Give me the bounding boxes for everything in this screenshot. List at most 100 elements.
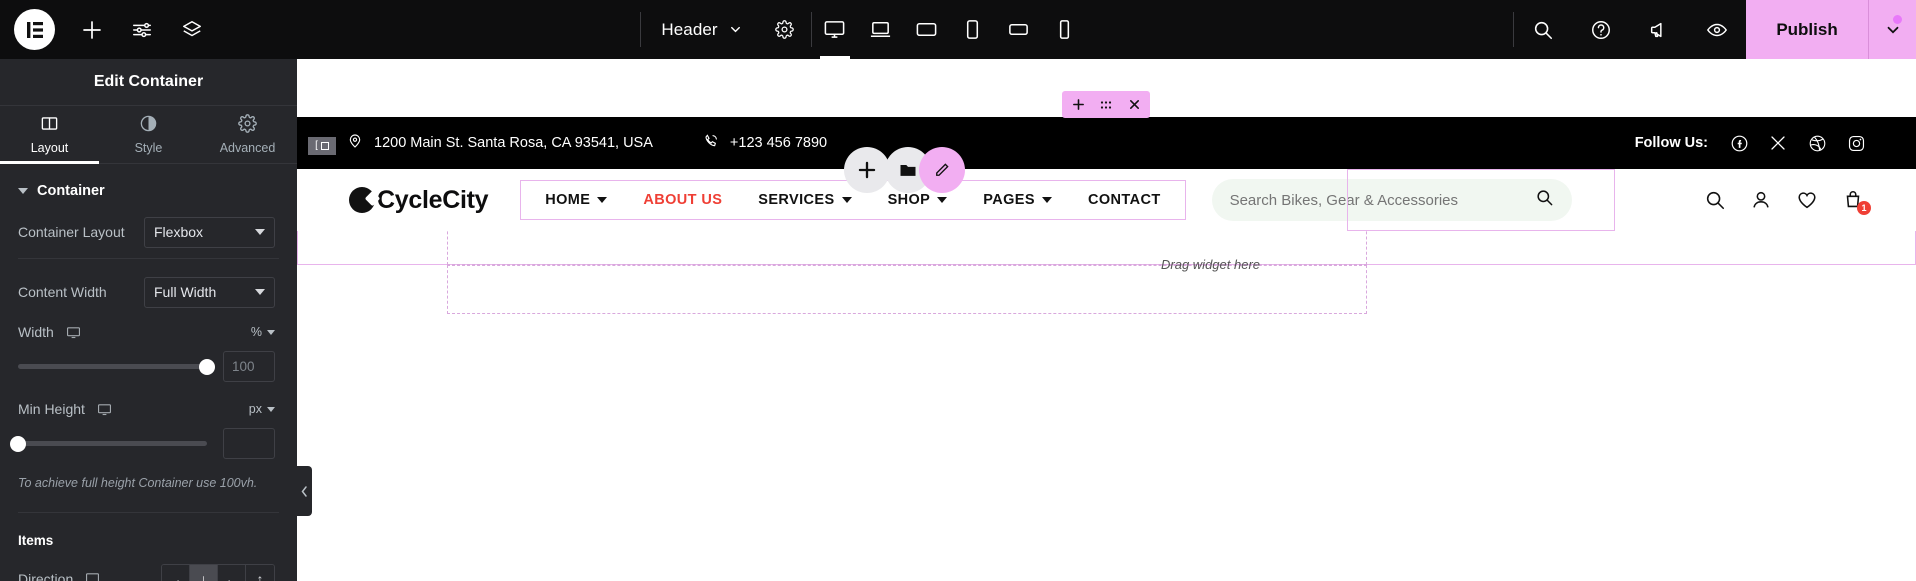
width-slider-knob[interactable]	[199, 358, 215, 375]
nav-item-pages-label: PAGES	[983, 192, 1035, 208]
min-height-slider-knob[interactable]	[10, 435, 26, 452]
min-height-slider[interactable]	[10, 435, 207, 452]
nav-item-about-us[interactable]: ABOUT US	[625, 188, 740, 212]
chevron-down-icon	[597, 197, 608, 203]
search-icon[interactable]	[1514, 0, 1572, 59]
add-widget-bubble[interactable]	[844, 147, 890, 193]
content-width-select[interactable]: Full Width	[144, 276, 275, 308]
nav-item-services[interactable]: SERVICES	[740, 188, 869, 212]
editor-panel-sidebar: Edit Container Layout Style Advanced Con…	[0, 59, 297, 581]
plus-icon[interactable]	[1066, 93, 1090, 117]
min-height-unit-picker[interactable]: px	[249, 402, 275, 416]
search-icon[interactable]	[1704, 189, 1726, 211]
nav-item-home[interactable]: HOME	[527, 188, 625, 212]
device-tablet-landscape-button[interactable]	[904, 0, 950, 59]
drag-dots-icon[interactable]	[1094, 93, 1118, 117]
width-slider[interactable]	[18, 358, 215, 375]
direction-column-reversed-button[interactable]: ↑	[246, 564, 274, 581]
follow-us-label: Follow Us:	[1634, 135, 1708, 151]
device-mobile-portrait-button[interactable]	[1042, 0, 1088, 59]
min-height-unit-value: px	[248, 402, 262, 416]
user-account-icon[interactable]	[1750, 189, 1772, 211]
device-tablet-portrait-button[interactable]	[950, 0, 996, 59]
site-nav-action-icons: 1	[1704, 189, 1871, 215]
section-container-header[interactable]: Container	[0, 164, 297, 213]
device-desktop-button[interactable]	[812, 0, 858, 59]
site-social-group: Follow Us:	[1635, 133, 1866, 153]
site-address: 1200 Main St. Santa Rosa, CA 93541, USA	[347, 133, 653, 153]
map-pin-icon	[347, 133, 363, 153]
dribbble-icon[interactable]	[1807, 133, 1827, 153]
desktop-icon[interactable]	[97, 402, 112, 417]
control-container-layout: Container Layout Flexbox	[0, 213, 297, 251]
nav-item-contact[interactable]: CONTACT	[1070, 188, 1179, 212]
panel-title: Edit Container	[0, 59, 297, 106]
site-settings-button[interactable]	[118, 0, 165, 59]
document-name[interactable]: Header	[645, 20, 727, 40]
desktop-icon[interactable]	[85, 571, 100, 581]
container-layout-select[interactable]: Flexbox	[144, 216, 275, 248]
publish-button[interactable]: Publish	[1746, 0, 1869, 59]
edit-widget-bubble[interactable]	[919, 147, 965, 193]
structure-layers-button[interactable]	[168, 0, 215, 59]
control-direction-label: Direction	[18, 570, 74, 581]
editor-top-toolbar: Header Publish	[0, 0, 1916, 59]
direction-column-button[interactable]: ↓	[190, 564, 218, 581]
control-content-width: Content Width Full Width	[0, 273, 297, 311]
nav-item-shop[interactable]: SHOP	[870, 188, 966, 212]
device-mobile-landscape-button[interactable]	[996, 0, 1042, 59]
chevron-down-icon[interactable]	[728, 22, 755, 37]
width-number-input[interactable]: 100	[223, 351, 275, 382]
nav-item-pages[interactable]: PAGES	[965, 188, 1070, 212]
tab-advanced-label: Advanced	[219, 141, 276, 155]
preview-eye-icon[interactable]	[1688, 0, 1746, 59]
site-search-box[interactable]	[1211, 179, 1572, 221]
min-height-number-input[interactable]	[223, 428, 275, 459]
wishlist-heart-icon[interactable]	[1796, 189, 1818, 211]
site-brand[interactable]: CycleCity	[349, 186, 489, 215]
panel-divider-2	[18, 511, 279, 513]
container-layout-value: Flexbox	[154, 224, 204, 240]
direction-row-reversed-button[interactable]: ←	[218, 564, 246, 581]
shopping-cart-icon[interactable]: 1	[1842, 189, 1871, 215]
tab-style[interactable]: Style	[99, 106, 198, 163]
facebook-icon[interactable]	[1729, 133, 1749, 153]
editor-canvas: 1200 Main St. Santa Rosa, CA 93541, USA …	[297, 59, 1916, 581]
tab-advanced[interactable]: Advanced	[198, 106, 297, 163]
search-icon[interactable]	[1535, 188, 1554, 212]
whats-new-icon[interactable]	[1630, 0, 1902, 59]
desktop-icon[interactable]	[66, 325, 81, 340]
control-container-layout-label: Container Layout	[18, 224, 125, 240]
help-icon[interactable]	[1572, 0, 1630, 59]
device-laptop-button[interactable]	[858, 0, 904, 59]
site-phone: +123 456 7890	[703, 133, 827, 153]
responsive-device-switcher	[812, 0, 1088, 59]
publish-options-chevron-down-icon[interactable]	[1868, 0, 1916, 59]
notification-badge	[1893, 15, 1902, 24]
items-group-title: Items	[18, 532, 54, 548]
elementor-logo-icon[interactable]	[14, 9, 55, 50]
cyclecity-logo-icon	[349, 187, 375, 213]
x-twitter-icon[interactable]	[1768, 133, 1788, 153]
instagram-icon[interactable]	[1846, 133, 1866, 153]
container-handle-icon[interactable]: [	[308, 137, 336, 155]
nav-item-home-label: HOME	[545, 192, 591, 208]
chevron-down-icon	[18, 188, 28, 194]
chevron-down-icon	[841, 197, 852, 203]
site-search-input[interactable]	[1229, 191, 1525, 209]
document-settings-gear-icon[interactable]	[759, 0, 811, 59]
tab-layout[interactable]: Layout	[0, 106, 99, 164]
site-phone-text: +123 456 7890	[729, 135, 828, 151]
chevron-down-icon	[1041, 197, 1052, 203]
width-unit-picker[interactable]: %	[251, 325, 275, 339]
close-x-icon[interactable]	[1122, 93, 1146, 117]
panel-collapse-handle[interactable]	[297, 466, 312, 516]
chevron-down-icon	[255, 229, 265, 235]
container-floating-toolbar	[1062, 91, 1150, 118]
direction-row-button[interactable]: →	[162, 564, 190, 581]
drag-widget-hint: Drag widget here	[1161, 257, 1260, 272]
add-element-button[interactable]	[68, 0, 115, 59]
layout-columns-icon	[40, 114, 59, 136]
control-min-height-slider-row	[0, 424, 297, 463]
elementor-editor: Header Publish Edit Container Layout Sty…	[0, 0, 1916, 581]
